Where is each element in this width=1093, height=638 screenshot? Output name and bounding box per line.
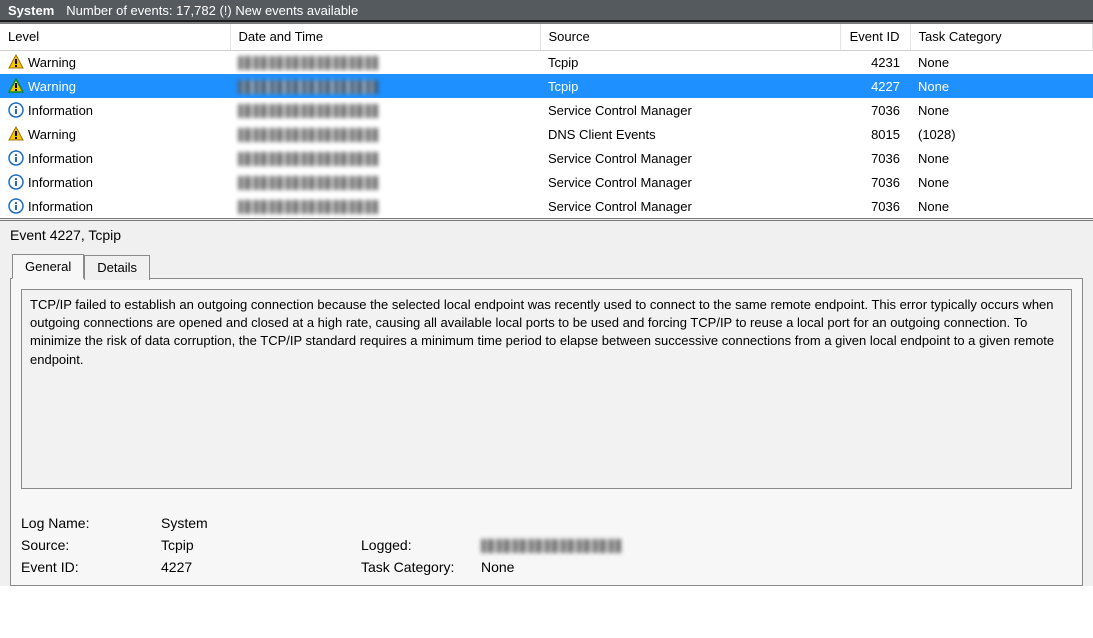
col-level[interactable]: Level: [0, 24, 230, 50]
obscured-text: [481, 539, 621, 553]
prop-logname-val: System: [161, 515, 361, 531]
prop-eventid-key: Event ID:: [21, 559, 161, 575]
obscured-text: [238, 104, 378, 118]
detail-title: Event 4227, Tcpip: [0, 221, 1093, 253]
table-row[interactable]: Information Service Control Manager 7036…: [0, 146, 1093, 170]
level-text: Warning: [28, 55, 76, 70]
level-text: Information: [28, 103, 93, 118]
taskcat-text: None: [910, 170, 1093, 194]
tab-details[interactable]: Details: [84, 255, 150, 280]
level-text: Information: [28, 199, 93, 214]
titlebar-label: System: [8, 3, 54, 18]
eventid-text: 8015: [840, 122, 910, 146]
prop-logged-key: Logged:: [361, 537, 481, 553]
source-text: Service Control Manager: [540, 98, 840, 122]
obscured-text: [238, 80, 378, 94]
info-icon: [8, 198, 24, 214]
table-row[interactable]: Information Service Control Manager 7036…: [0, 170, 1093, 194]
warning-green-icon: [8, 78, 24, 94]
taskcat-text: None: [910, 146, 1093, 170]
eventid-text: 7036: [840, 146, 910, 170]
warning-icon: [8, 54, 24, 70]
prop-taskcat-key: Task Category:: [361, 559, 481, 575]
tab-body-general: TCP/IP failed to establish an outgoing c…: [10, 278, 1083, 586]
detail-tabs: General Details: [0, 254, 1093, 279]
source-text: Service Control Manager: [540, 146, 840, 170]
source-text: Service Control Manager: [540, 194, 840, 218]
tab-general[interactable]: General: [12, 254, 84, 279]
col-eventid[interactable]: Event ID: [840, 24, 910, 50]
detail-panel: Event 4227, Tcpip General Details TCP/IP…: [0, 218, 1093, 586]
obscured-text: [238, 200, 378, 214]
info-icon: [8, 174, 24, 190]
table-row[interactable]: Warning DNS Client Events 8015 (1028): [0, 122, 1093, 146]
level-text: Warning: [28, 79, 76, 94]
titlebar-status: Number of events: 17,782 (!) New events …: [66, 3, 358, 18]
info-icon: [8, 150, 24, 166]
event-properties: Log Name: System Source: Tcpip Logged: E…: [21, 515, 1072, 575]
table-row[interactable]: Information Service Control Manager 7036…: [0, 194, 1093, 218]
eventid-text: 7036: [840, 194, 910, 218]
level-text: Information: [28, 175, 93, 190]
table-row[interactable]: Information Service Control Manager 7036…: [0, 98, 1093, 122]
source-text: Service Control Manager: [540, 170, 840, 194]
eventid-text: 7036: [840, 98, 910, 122]
level-text: Warning: [28, 127, 76, 142]
col-source[interactable]: Source: [540, 24, 840, 50]
taskcat-text: (1028): [910, 122, 1093, 146]
source-text: DNS Client Events: [540, 122, 840, 146]
taskcat-text: None: [910, 50, 1093, 74]
obscured-text: [238, 152, 378, 166]
taskcat-text: None: [910, 74, 1093, 98]
table-row[interactable]: Warning Tcpip 4231 None: [0, 50, 1093, 74]
table-row[interactable]: Warning Tcpip 4227 None: [0, 74, 1093, 98]
obscured-text: [238, 176, 378, 190]
level-text: Information: [28, 151, 93, 166]
prop-logname-key: Log Name:: [21, 515, 161, 531]
event-message[interactable]: TCP/IP failed to establish an outgoing c…: [21, 289, 1072, 489]
source-text: Tcpip: [540, 50, 840, 74]
prop-source-val: Tcpip: [161, 537, 361, 553]
warning-icon: [8, 126, 24, 142]
event-grid[interactable]: Level Date and Time Source Event ID Task…: [0, 22, 1093, 218]
eventid-text: 7036: [840, 170, 910, 194]
prop-eventid-val: 4227: [161, 559, 361, 575]
taskcat-text: None: [910, 98, 1093, 122]
prop-logged-val: [481, 537, 681, 553]
obscured-text: [238, 128, 378, 142]
obscured-text: [238, 56, 378, 70]
col-taskcat[interactable]: Task Category: [910, 24, 1093, 50]
column-header-row[interactable]: Level Date and Time Source Event ID Task…: [0, 24, 1093, 50]
taskcat-text: None: [910, 194, 1093, 218]
titlebar: System Number of events: 17,782 (!) New …: [0, 0, 1093, 22]
info-icon: [8, 102, 24, 118]
eventid-text: 4231: [840, 50, 910, 74]
col-datetime[interactable]: Date and Time: [230, 24, 540, 50]
eventid-text: 4227: [840, 74, 910, 98]
prop-source-key: Source:: [21, 537, 161, 553]
source-text: Tcpip: [540, 74, 840, 98]
prop-taskcat-val: None: [481, 559, 681, 575]
